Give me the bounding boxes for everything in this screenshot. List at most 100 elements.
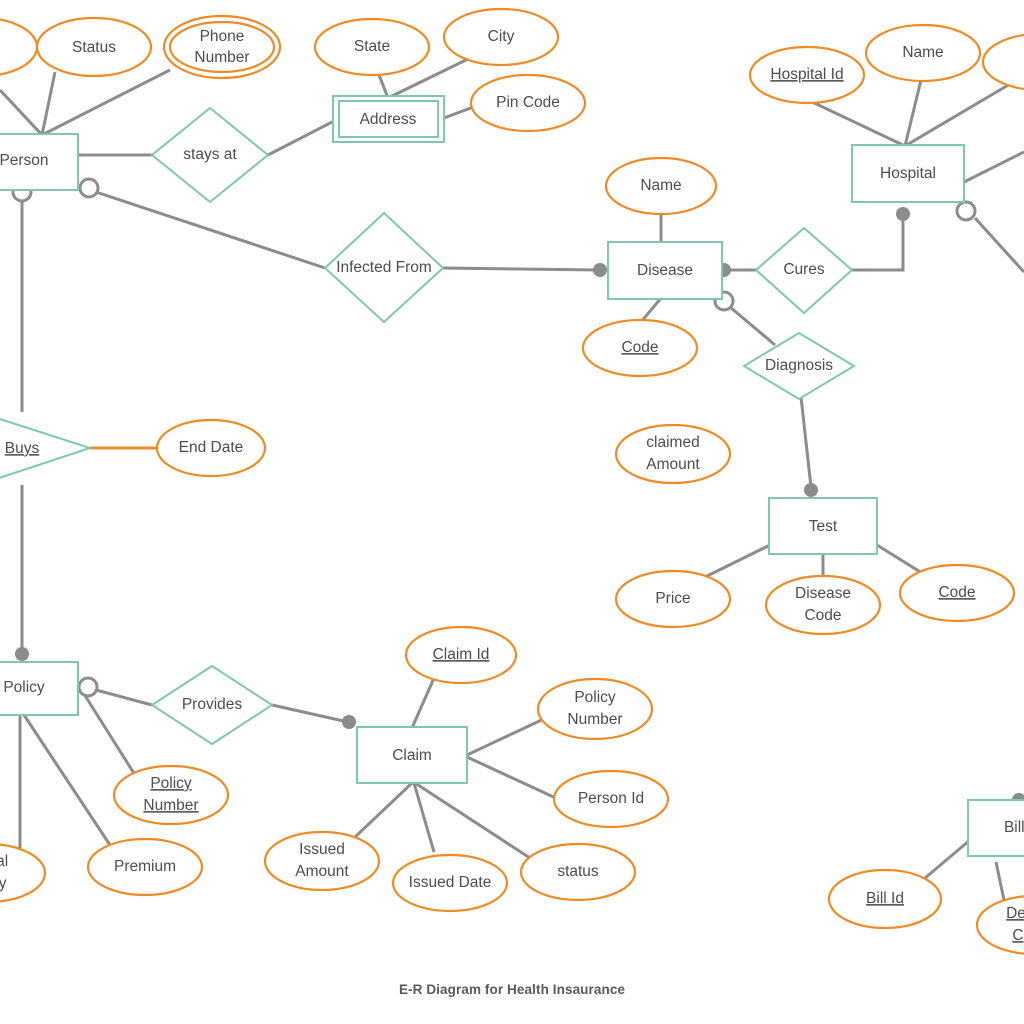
edge-hospital-partialattr xyxy=(904,82,1011,148)
edge-person-phone xyxy=(41,68,171,137)
attribute-pin-code-label: Pin Code xyxy=(496,94,560,111)
attribute-bill-detail-code[interactable]: De C xyxy=(975,895,1024,955)
edge-provides-claim xyxy=(271,703,349,724)
attribute-policy-number-label-line1: Policy xyxy=(150,775,192,792)
edge-person-status xyxy=(40,71,57,136)
entity-address[interactable]: Address xyxy=(332,95,445,143)
attribute-city[interactable]: City xyxy=(442,7,560,67)
edge-billing-detailcode xyxy=(994,861,1006,901)
attribute-claim-policy-number[interactable]: Policy Number xyxy=(536,677,654,741)
relationship-diagnosis-label: Diagnosis xyxy=(765,357,833,374)
edge-cures-hospital xyxy=(852,214,905,272)
entity-test-label: Test xyxy=(809,518,838,535)
relationship-buys[interactable]: Buys xyxy=(0,412,94,485)
edge-staysat-address xyxy=(267,118,337,157)
edge-hospital-right-upper xyxy=(963,150,1024,184)
edge-billing-billid xyxy=(917,838,971,886)
cardinality-dot-disease-left xyxy=(593,263,607,277)
edge-person-partialattr xyxy=(0,88,44,137)
relationship-provides-label: Provides xyxy=(182,696,243,713)
entity-hospital[interactable]: Hospital xyxy=(851,144,965,203)
attribute-status-label: Status xyxy=(72,39,116,56)
attribute-test-disease-code-label-line2: Code xyxy=(804,607,841,624)
cardinality-dot-hospital-right xyxy=(955,200,977,222)
entity-test[interactable]: Test xyxy=(768,497,878,555)
attribute-state[interactable]: State xyxy=(313,17,431,77)
attribute-claim-person-id-label: Person Id xyxy=(578,790,644,807)
attribute-test-disease-code-label-line1: Disease xyxy=(795,585,851,602)
attribute-claim-id[interactable]: Claim Id xyxy=(404,625,518,685)
attribute-disease-code-label: Code xyxy=(621,339,658,356)
cardinality-dot-person-infected xyxy=(78,177,100,199)
attribute-phone-number-label-line1: Phone xyxy=(200,28,245,45)
attribute-disease-code[interactable]: Code xyxy=(581,318,699,378)
attribute-bill-id[interactable]: Bill Id xyxy=(827,868,943,930)
edge-test-price xyxy=(702,543,771,580)
attribute-status[interactable]: Status xyxy=(35,16,153,78)
attribute-claim-id-label: Claim Id xyxy=(433,646,490,663)
edge-disease-diagnosis xyxy=(729,305,776,347)
attribute-medical-history[interactable]: edical istory xyxy=(0,843,47,903)
attribute-claim-policy-number-label-line2: Number xyxy=(567,711,622,728)
attribute-premium-label: Premium xyxy=(114,858,176,875)
attribute-end-date-label: End Date xyxy=(179,439,244,456)
cardinality-dot-policy-top xyxy=(15,647,29,661)
attribute-hospital-name-label: Name xyxy=(902,44,943,61)
attribute-person-partial[interactable] xyxy=(0,18,39,76)
attribute-phone-number[interactable]: Phone Number xyxy=(162,14,282,80)
attribute-test-disease-code[interactable]: Disease Code xyxy=(764,574,882,636)
attribute-policy-number-label-line2: Number xyxy=(143,797,198,814)
attribute-hospital-partial[interactable] xyxy=(981,34,1024,90)
entity-disease[interactable]: Disease xyxy=(607,241,723,300)
attribute-issued-amount[interactable]: Issued Amount xyxy=(263,830,381,892)
entity-claim[interactable]: Claim xyxy=(356,726,468,784)
relationship-infected-from[interactable]: Infected From xyxy=(323,211,445,324)
attribute-pin-code[interactable]: Pin Code xyxy=(469,73,587,133)
attribute-disease-name[interactable]: Name xyxy=(604,156,718,216)
diagram-caption: E-R Diagram for Health Insaurance xyxy=(398,982,626,997)
entity-person[interactable]: Person xyxy=(0,133,79,191)
attribute-hospital-name[interactable]: Name xyxy=(864,23,982,83)
attribute-hospital-id-label: Hospital Id xyxy=(770,66,843,83)
attribute-end-date[interactable]: End Date xyxy=(155,418,267,478)
entity-disease-label: Disease xyxy=(637,262,693,279)
attribute-claimed-amount-label-line2: Amount xyxy=(646,456,700,473)
relationship-diagnosis[interactable]: Diagnosis xyxy=(742,331,856,401)
attribute-test-code[interactable]: Code xyxy=(898,563,1016,623)
edge-hospital-right-lower xyxy=(973,216,1024,274)
edge-infectedfrom-disease xyxy=(442,266,601,272)
attribute-city-label: City xyxy=(488,28,515,45)
attribute-bill-id-label: Bill Id xyxy=(866,890,904,907)
attribute-issued-date-label: Issued Date xyxy=(409,874,492,891)
attribute-claim-status[interactable]: status xyxy=(519,842,637,902)
cardinality-dot-policy-provides xyxy=(77,676,99,698)
attribute-hospital-id[interactable]: Hospital Id xyxy=(748,45,866,105)
relationship-cures-label: Cures xyxy=(783,261,825,278)
attribute-claim-policy-number-label-line1: Policy xyxy=(574,689,616,706)
attribute-bill-detail-code-label-line1: De xyxy=(1006,905,1024,922)
entity-policy[interactable]: Policy xyxy=(0,661,79,716)
attribute-claim-status-label: status xyxy=(557,863,599,880)
entity-claim-label: Claim xyxy=(392,747,432,764)
er-diagram-canvas: Person Address Disease Hospital Test Pol… xyxy=(0,0,1024,1024)
attribute-claim-person-id[interactable]: Person Id xyxy=(552,769,670,829)
attribute-policy-number[interactable]: Policy Number xyxy=(112,764,230,826)
attribute-test-code-label: Code xyxy=(938,584,975,601)
attribute-premium[interactable]: Premium xyxy=(86,837,204,897)
relationship-stays-at[interactable]: stays at xyxy=(150,106,270,204)
edge-claim-issuedamount xyxy=(352,781,414,840)
entity-address-label: Address xyxy=(360,111,417,128)
relationship-provides[interactable]: Provides xyxy=(150,664,274,746)
attribute-issued-amount-label-line1: Issued xyxy=(299,841,345,858)
relationship-cures[interactable]: Cures xyxy=(754,226,854,315)
entity-billing[interactable]: Billi xyxy=(967,799,1024,857)
entity-policy-label: Policy xyxy=(3,679,45,696)
attribute-medical-history-label-line1: edical xyxy=(0,853,8,870)
edge-hospital-hospitalid xyxy=(807,98,906,148)
attribute-test-price[interactable]: Price xyxy=(614,569,732,629)
attribute-claimed-amount[interactable]: claimed Amount xyxy=(614,423,732,485)
entity-person-label: Person xyxy=(0,152,49,169)
edge-hospital-name xyxy=(903,79,923,147)
edge-person-infectedfrom xyxy=(89,188,326,270)
attribute-issued-date[interactable]: Issued Date xyxy=(391,853,509,913)
